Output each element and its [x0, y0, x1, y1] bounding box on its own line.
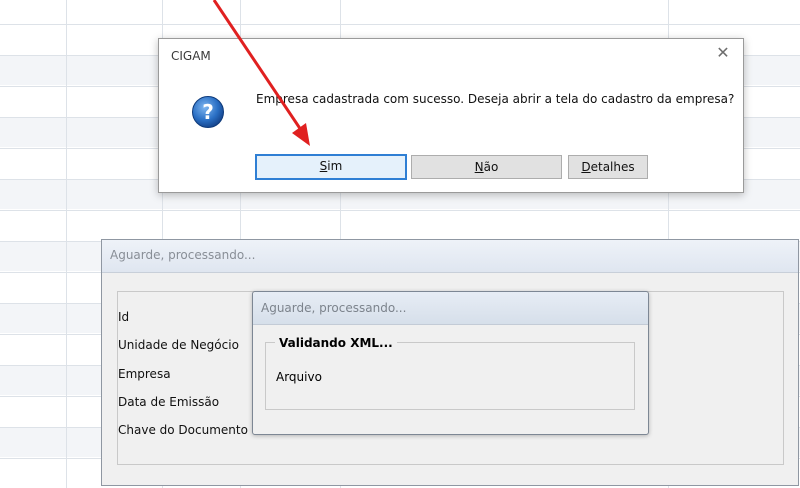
dialog-title: CIGAM	[171, 49, 211, 63]
sim-button[interactable]: Sim	[255, 154, 407, 180]
field-label-chave-documento: Chave do Documento	[118, 423, 248, 437]
svg-text:?: ?	[202, 100, 214, 124]
field-label-data-emissao: Data de Emissão	[118, 395, 220, 409]
sim-label-rest: im	[327, 159, 343, 173]
nao-mnemonic: N	[474, 160, 484, 174]
processing-window-front: Aguarde, processando... Validando XML...…	[252, 291, 649, 435]
detalhes-label-rest: etalhes	[590, 160, 635, 174]
question-icon: ?	[192, 96, 224, 128]
group-title: Validando XML...	[275, 336, 397, 350]
title-bar: Aguarde, processando...	[253, 292, 648, 325]
dialog-message: Empresa cadastrada com sucesso. Deseja a…	[256, 92, 735, 106]
field-label-unidade: Unidade de Negócio	[118, 338, 239, 352]
title-bar: Aguarde, processando...	[102, 240, 798, 273]
nao-button[interactable]: Não	[411, 155, 562, 179]
window-title: Aguarde, processando...	[110, 248, 256, 262]
file-label: Arquivo	[276, 370, 322, 384]
field-label-id: Id	[118, 310, 130, 324]
field-label-empresa: Empresa	[118, 367, 171, 381]
nao-label-rest: ão	[483, 160, 499, 174]
detalhes-mnemonic: D	[581, 160, 591, 174]
window-title: Aguarde, processando...	[261, 301, 407, 315]
detalhes-button[interactable]: Detalhes	[568, 155, 648, 179]
confirmation-dialog: CIGAM ✕ ? Empresa cadastrada com sucesso…	[158, 38, 744, 193]
close-icon[interactable]: ✕	[713, 43, 733, 63]
